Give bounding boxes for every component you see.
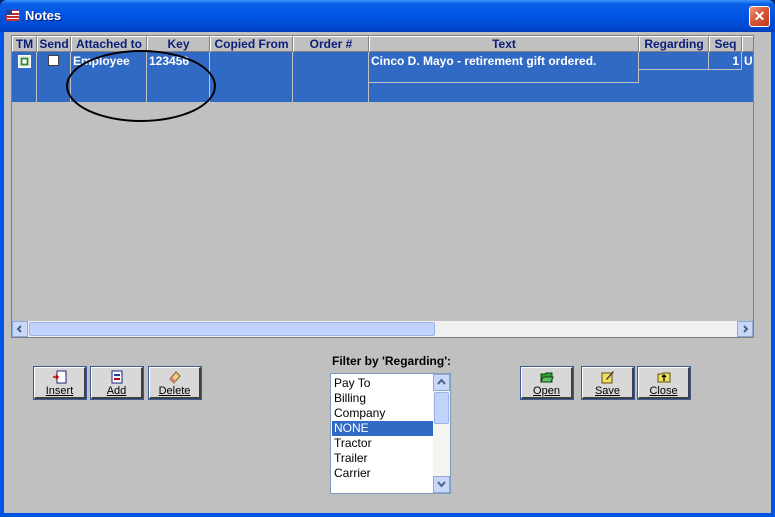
order-cell[interactable]: [293, 52, 369, 102]
save-pencil-icon: [601, 371, 614, 384]
column-header-key[interactable]: Key: [147, 36, 210, 52]
close-label: Close: [649, 385, 678, 397]
chevron-up-icon: [437, 378, 446, 385]
add-button[interactable]: Add: [90, 366, 144, 400]
table-row[interactable]: Employee 123456 Cinco D. Mayo - retireme…: [12, 52, 753, 102]
close-button[interactable]: Close: [637, 366, 691, 400]
insert-icon: [52, 370, 66, 384]
filter-label: Filter by 'Regarding':: [332, 354, 452, 368]
column-header-text[interactable]: Text: [369, 36, 639, 52]
list-item[interactable]: Billing: [332, 391, 434, 406]
open-folder-icon: [539, 372, 554, 383]
eraser-icon: [168, 371, 181, 384]
insert-button[interactable]: Insert: [33, 366, 87, 400]
column-header-order[interactable]: Order #: [293, 36, 369, 52]
key-cell[interactable]: 123456: [147, 52, 210, 102]
copied-from-cell[interactable]: [210, 52, 293, 102]
window-title: Notes: [25, 8, 62, 23]
delete-label: Delete: [158, 385, 191, 397]
tm-note-icon[interactable]: [18, 55, 31, 68]
window-close-button[interactable]: ✕: [749, 6, 770, 27]
regarding-cell[interactable]: [639, 52, 709, 70]
column-header-regarding[interactable]: Regarding: [639, 36, 709, 52]
list-item[interactable]: Company: [332, 406, 434, 421]
horizontal-scrollbar[interactable]: [12, 321, 753, 337]
notes-grid[interactable]: TM Send Attached to Key Copied From Orde…: [11, 35, 754, 338]
chevron-left-icon: [16, 325, 22, 333]
overflow-cell: Ul: [744, 54, 753, 68]
client-area: TM Send Attached to Key Copied From Orde…: [4, 32, 771, 513]
column-header-attached-to[interactable]: Attached to: [71, 36, 147, 52]
close-folder-icon: [657, 372, 670, 383]
add-icon: [111, 370, 122, 384]
insert-label: Insert: [45, 385, 74, 397]
notes-window: Notes ✕ TM Send Attached to Key Copied F…: [0, 0, 775, 517]
column-header-send[interactable]: Send: [37, 36, 71, 52]
list-vertical-scrollbar[interactable]: [433, 374, 450, 493]
list-item[interactable]: Carrier: [332, 466, 434, 481]
send-checkbox[interactable]: [48, 55, 59, 66]
tm-cell[interactable]: [12, 52, 37, 102]
open-label: Open: [533, 385, 560, 397]
regarding-filter-list[interactable]: Pay To Billing Company NONE Tractor Trai…: [330, 373, 451, 494]
chevron-right-icon: [743, 325, 749, 333]
save-label: Save: [594, 385, 621, 397]
send-cell: [37, 52, 71, 102]
scroll-thumb[interactable]: [29, 322, 435, 336]
scroll-right-button[interactable]: [737, 321, 753, 337]
scroll-up-button[interactable]: [433, 374, 450, 391]
scroll-down-button[interactable]: [433, 476, 450, 493]
seq-cell[interactable]: 1: [709, 52, 742, 70]
add-label: Add: [106, 385, 127, 397]
notes-app-icon: [6, 10, 20, 21]
column-header-tm[interactable]: TM: [12, 36, 37, 52]
list-scroll-thumb[interactable]: [434, 392, 449, 424]
chevron-down-icon: [437, 481, 446, 488]
attached-to-cell[interactable]: Employee: [71, 52, 147, 102]
open-button[interactable]: Open: [520, 366, 574, 400]
text-cell[interactable]: Cinco D. Mayo - retirement gift ordered.: [369, 52, 639, 83]
delete-button[interactable]: Delete: [148, 366, 202, 400]
column-header-copied-from[interactable]: Copied From: [210, 36, 293, 52]
scroll-left-button[interactable]: [12, 321, 28, 337]
title-bar[interactable]: Notes ✕: [0, 0, 775, 32]
list-item[interactable]: Trailer: [332, 451, 434, 466]
list-item[interactable]: Tractor: [332, 436, 434, 451]
list-item-selected[interactable]: NONE: [332, 421, 434, 436]
save-button[interactable]: Save: [581, 366, 635, 400]
column-header-overflow: [742, 36, 753, 52]
list-item[interactable]: Pay To: [332, 376, 434, 391]
column-header-seq[interactable]: Seq: [709, 36, 742, 52]
